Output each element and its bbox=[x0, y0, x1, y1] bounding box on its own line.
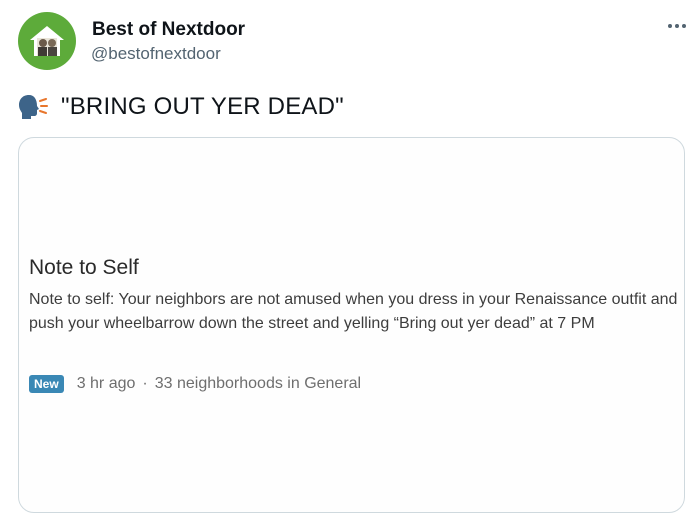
post-title: Note to Self bbox=[29, 256, 139, 279]
tweet-text: "BRING OUT YER DEAD" bbox=[18, 91, 344, 123]
author-name[interactable]: Best of Nextdoor bbox=[92, 19, 245, 41]
meta-separator: · bbox=[142, 375, 148, 392]
post-meta: New 3 hr ago · 33 neighborhoods in Gener… bbox=[29, 375, 361, 393]
new-badge: New bbox=[29, 375, 64, 393]
avatar[interactable] bbox=[18, 12, 76, 70]
post-location: 33 neighborhoods in General bbox=[154, 375, 362, 392]
author-handle[interactable]: @bestofnextdoor bbox=[91, 44, 221, 64]
tweet-quote: "BRING OUT YER DEAD" bbox=[61, 93, 344, 120]
post-time: 3 hr ago bbox=[76, 375, 136, 392]
post-body: Note to self: Your neighbors are not amu… bbox=[29, 291, 678, 332]
house-logo-icon bbox=[30, 26, 64, 56]
media-card[interactable]: Note to Self Note to self: Your neighbor… bbox=[18, 137, 685, 513]
more-options-icon[interactable] bbox=[664, 16, 690, 36]
speaking-head-icon bbox=[19, 95, 48, 119]
